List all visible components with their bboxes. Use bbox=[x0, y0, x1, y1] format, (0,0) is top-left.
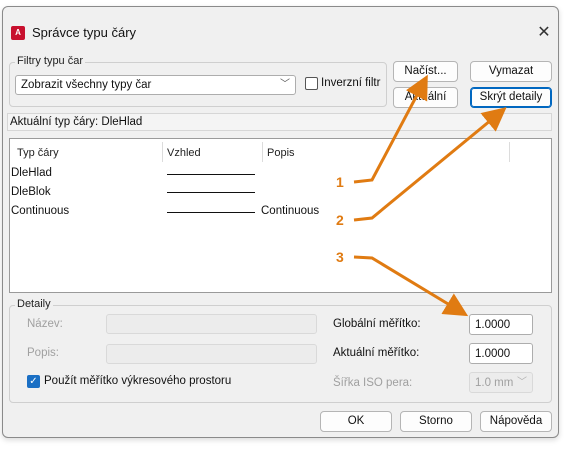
callout-arrows bbox=[353, 74, 507, 317]
callout-number-1: 1 bbox=[336, 174, 344, 190]
callout-arrow-3 bbox=[353, 255, 469, 317]
callout-number-2: 2 bbox=[336, 212, 344, 228]
callout-arrow-1 bbox=[353, 74, 428, 184]
callout-number-3: 3 bbox=[336, 249, 344, 265]
callout-arrow-2 bbox=[353, 107, 507, 222]
